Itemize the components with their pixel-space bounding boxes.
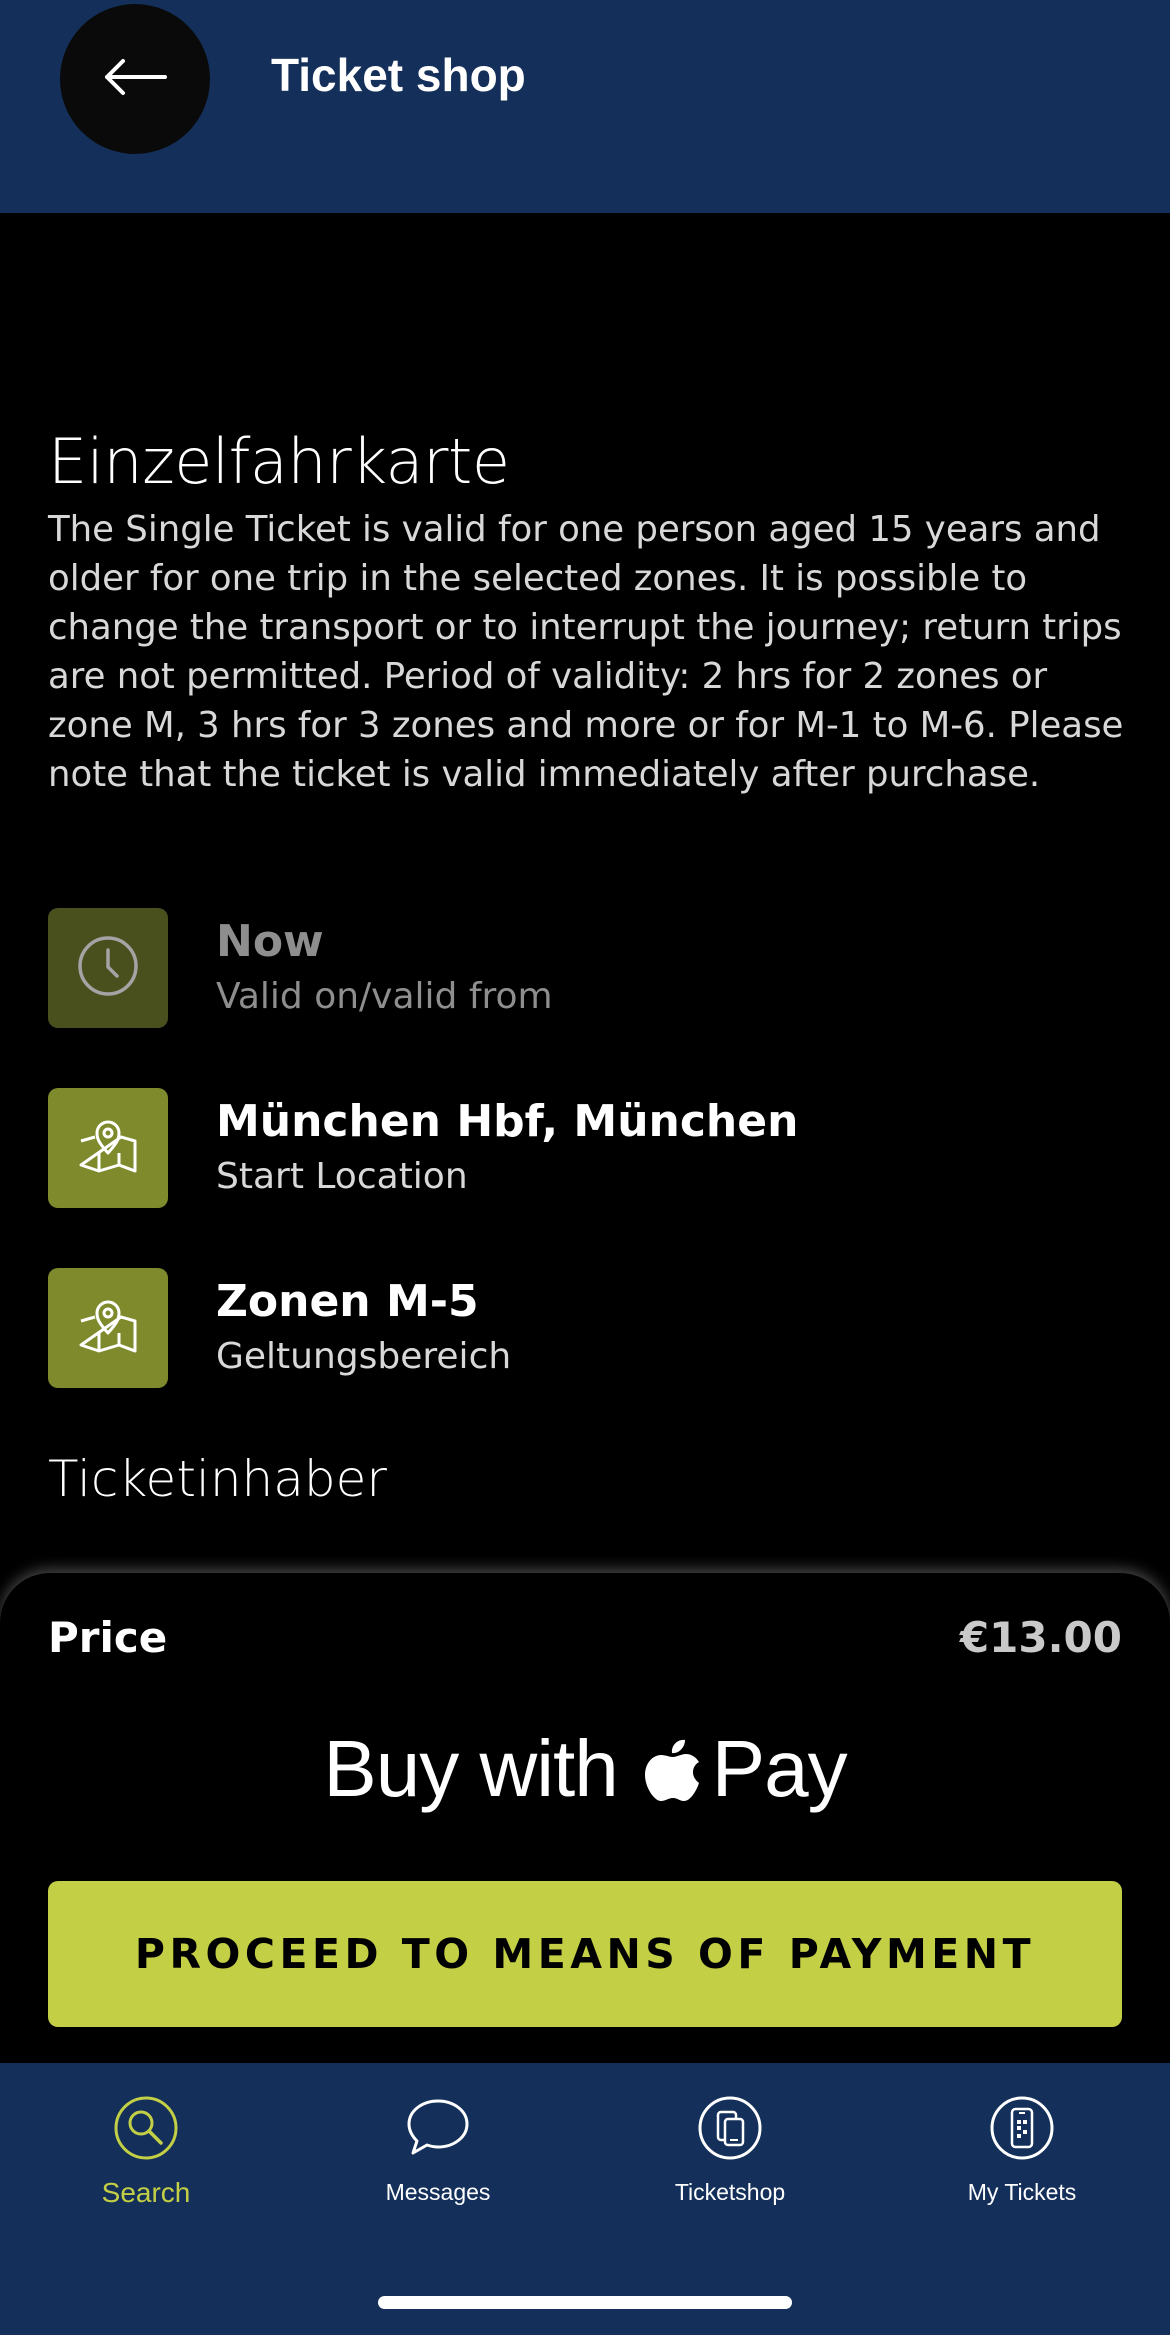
back-button[interactable]: [60, 4, 210, 154]
checkout-sheet: Price €13.00 Buy with Pay PROCEED TO MEA…: [0, 1573, 1170, 2063]
price-value: €13.00: [959, 1613, 1122, 1662]
validity-title: Now: [216, 916, 324, 967]
ticketshop-icon: [697, 2095, 763, 2165]
detail-row-start-location[interactable]: München Hbf, München Start Location: [48, 1088, 1128, 1208]
ticket-description: The Single Ticket is valid for one perso…: [48, 509, 1124, 795]
search-icon: [113, 2095, 179, 2165]
page-title: Ticket shop: [271, 49, 526, 101]
start-location-title: München Hbf, München: [216, 1096, 799, 1147]
bottom-tab-bar: Search Messages Ticketshop My Tickets: [0, 2063, 1170, 2335]
zones-subtitle: Geltungsbereich: [216, 1336, 512, 1377]
tab-my-tickets-label: My Tickets: [967, 2179, 1077, 2205]
ticket-name: Einzelfahrkarte: [48, 425, 510, 498]
apple-logo-icon: [644, 1735, 702, 1803]
zones-title: Zonen M-5: [216, 1276, 479, 1327]
tab-ticketshop-label: Ticketshop: [674, 2179, 786, 2205]
app-header: Ticket shop: [0, 0, 1170, 213]
arrow-left-icon: [103, 57, 167, 101]
apple-pay-button[interactable]: Buy with Pay: [0, 1723, 1170, 1815]
start-location-subtitle: Start Location: [216, 1156, 468, 1197]
tab-search[interactable]: Search: [0, 2095, 292, 2225]
price-label: Price: [48, 1613, 168, 1662]
tab-my-tickets[interactable]: My Tickets: [876, 2095, 1168, 2225]
clock-icon: [76, 934, 140, 1002]
detail-row-zones[interactable]: Zonen M-5 Geltungsbereich: [48, 1268, 1128, 1388]
tab-ticketshop[interactable]: Ticketshop: [584, 2095, 876, 2225]
validity-subtitle: Valid on/valid from: [216, 976, 553, 1017]
home-indicator: [378, 2296, 792, 2309]
map-icon: [75, 1113, 141, 1183]
apple-pay-prefix: Buy with: [323, 1724, 618, 1813]
zones-icon-tile: [48, 1268, 168, 1388]
tab-search-label: Search: [101, 2177, 191, 2208]
apple-pay-suffix: Pay: [711, 1724, 848, 1813]
start-location-icon-tile: [48, 1088, 168, 1208]
ticket-holder-heading: Ticketinhaber: [48, 1450, 387, 1508]
phone-ticket-icon: [989, 2095, 1055, 2165]
proceed-to-payment-button[interactable]: PROCEED TO MEANS OF PAYMENT: [48, 1881, 1122, 2027]
detail-row-validity[interactable]: Now Valid on/valid from: [48, 908, 1128, 1028]
validity-icon-tile: [48, 908, 168, 1028]
message-bubble-icon: [405, 2095, 471, 2165]
map-icon: [75, 1293, 141, 1363]
tab-messages-label: Messages: [385, 2179, 491, 2205]
tab-messages[interactable]: Messages: [292, 2095, 584, 2225]
